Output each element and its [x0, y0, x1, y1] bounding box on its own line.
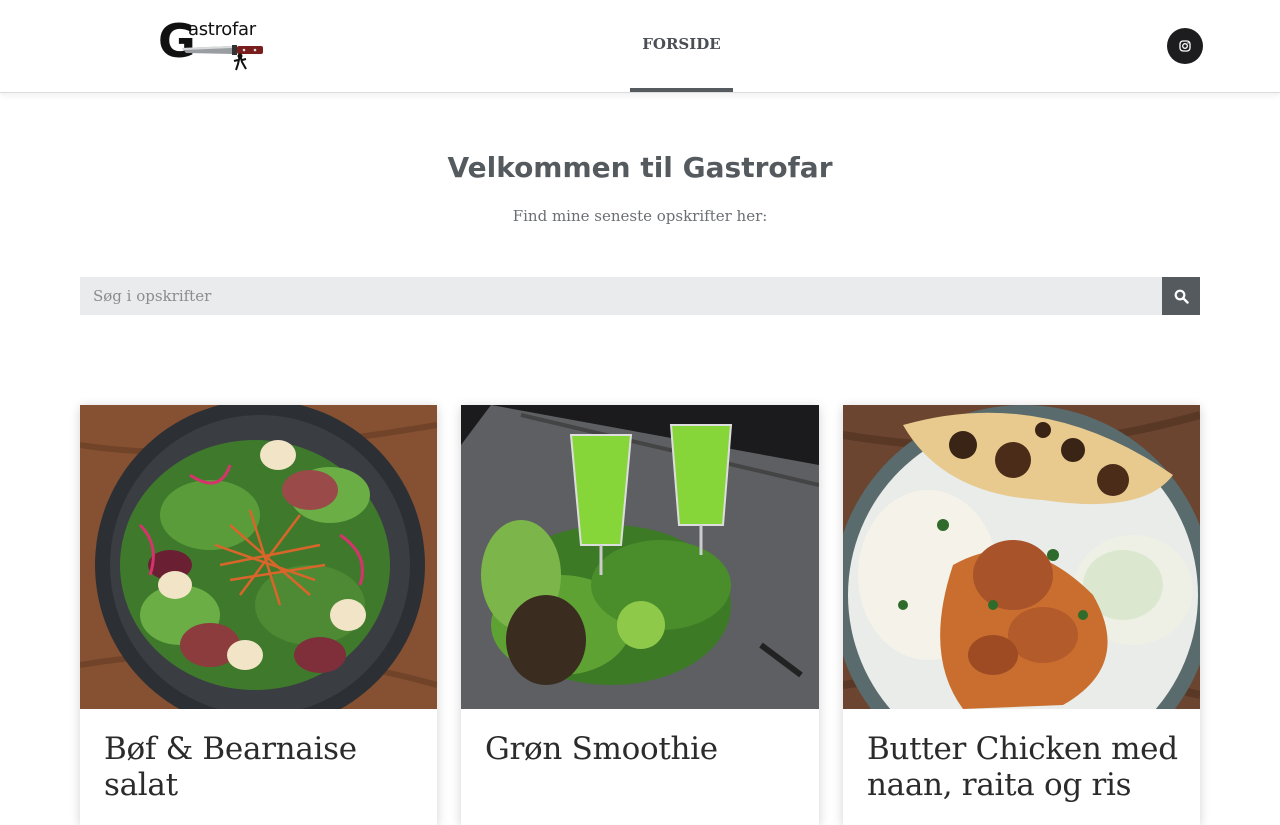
instagram-icon — [1179, 40, 1191, 52]
page-title: Velkommen til Gastrofar — [447, 151, 833, 184]
recipe-card[interactable]: Bøf & Bearnaise salat — [80, 405, 437, 825]
recipe-title[interactable]: Grøn Smoothie — [485, 731, 800, 767]
recipe-card[interactable]: Grøn Smoothie — [461, 405, 819, 825]
search-button[interactable] — [1162, 277, 1200, 315]
page-subtitle: Find mine seneste opskrifter her: — [512, 207, 768, 225]
recipe-image-green-smoothie[interactable] — [461, 405, 819, 709]
recipe-title[interactable]: Butter Chicken med naan, raita og ris — [867, 731, 1182, 803]
site-logo[interactable]: G astrofar — [158, 18, 266, 72]
site-header: G astrofar FORSIDE — [0, 0, 1280, 93]
recipe-image-butter-chicken[interactable] — [843, 405, 1200, 709]
recipe-card[interactable]: Butter Chicken med naan, raita og ris — [843, 405, 1200, 825]
search-icon — [1174, 289, 1189, 304]
instagram-button[interactable] — [1167, 28, 1203, 64]
knife-icon — [182, 45, 263, 71]
nav-item-forside[interactable]: FORSIDE — [630, 0, 733, 92]
recipe-title[interactable]: Bøf & Bearnaise salat — [104, 731, 419, 803]
recipe-image-steak-salad[interactable] — [80, 405, 437, 709]
logo-wordmark: astrofar — [188, 19, 256, 40]
search-input[interactable] — [80, 277, 1162, 315]
